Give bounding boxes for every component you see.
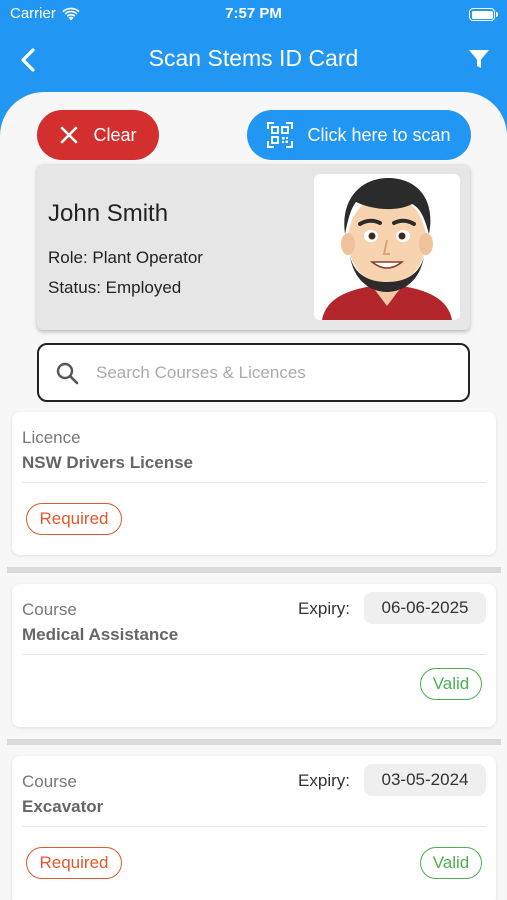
person-role: Role: Plant Operator <box>48 248 203 267</box>
required-badge: Required <box>26 503 122 535</box>
nav-bar: Scan Stems ID Card <box>0 28 507 92</box>
status-bar: Carrier 7:57 PM <box>0 0 507 28</box>
list-item[interactable]: Licence NSW Drivers License Required <box>12 412 496 555</box>
page-title: Scan Stems ID Card <box>148 45 359 71</box>
battery-icon <box>469 8 498 21</box>
item-name: NSW Drivers License <box>22 453 194 472</box>
clock: 7:57 PM <box>225 5 282 22</box>
expiry-date: 06-06-2025 <box>364 592 486 624</box>
divider <box>22 654 486 655</box>
search-icon <box>56 362 79 385</box>
clear-button-label: Clear <box>93 124 137 145</box>
avatar <box>314 174 460 320</box>
clear-button[interactable]: Clear <box>37 110 159 160</box>
valid-badge: Valid <box>420 847 482 879</box>
list-item[interactable]: Course Excavator Expiry: 03-05-2024 Requ… <box>12 756 496 900</box>
main-content: Clear Click here to scan John Smith Role… <box>0 92 507 900</box>
list-item[interactable]: Course Medical Assistance Expiry: 06-06-… <box>12 584 496 727</box>
expiry-label: Expiry: <box>298 771 350 790</box>
divider <box>22 826 486 827</box>
expiry-date: 03-05-2024 <box>364 764 486 796</box>
valid-badge: Valid <box>420 668 482 700</box>
divider <box>22 482 486 483</box>
item-name: Excavator <box>22 797 104 816</box>
expiry-label: Expiry: <box>298 599 350 618</box>
filter-icon[interactable] <box>467 47 491 71</box>
item-name: Medical Assistance <box>22 625 179 644</box>
search-input[interactable] <box>96 357 456 389</box>
qr-scan-icon <box>267 122 294 148</box>
search-box <box>37 343 470 402</box>
section-divider <box>7 567 501 573</box>
person-status: Status: Employed <box>48 278 182 297</box>
item-type: Licence <box>22 428 81 447</box>
scan-button[interactable]: Click here to scan <box>247 110 471 160</box>
id-card: John Smith Role: Plant Operator Status: … <box>37 164 470 330</box>
person-name: John Smith <box>48 200 169 227</box>
scan-button-label: Click here to scan <box>307 124 451 145</box>
item-type: Course <box>22 772 77 791</box>
item-type: Course <box>22 600 77 619</box>
close-icon <box>61 126 78 144</box>
required-badge: Required <box>26 847 122 879</box>
section-divider <box>7 739 501 745</box>
